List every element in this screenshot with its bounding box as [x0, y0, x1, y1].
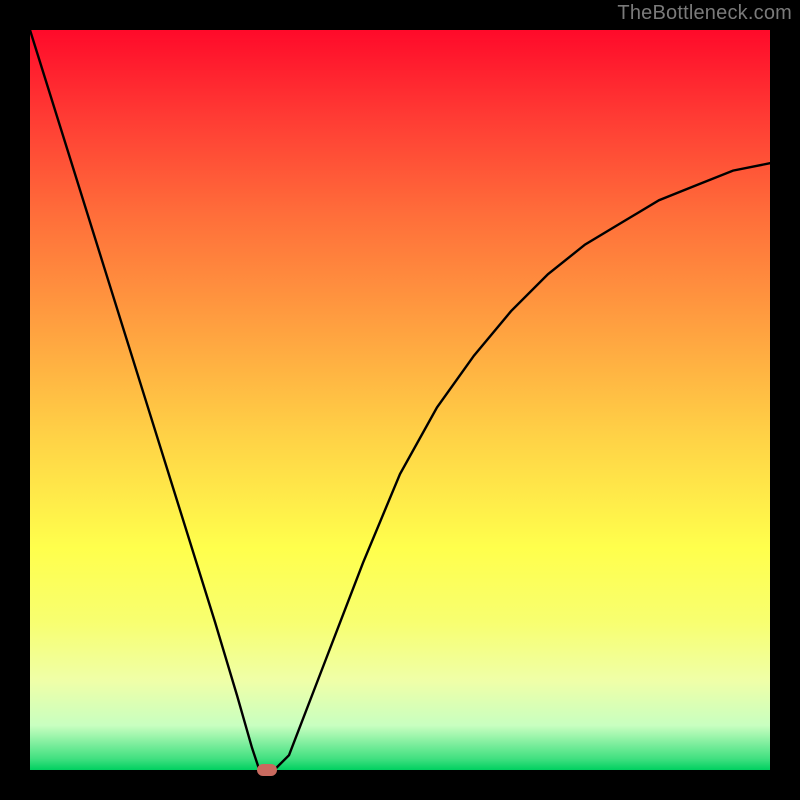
chart-frame: TheBottleneck.com: [0, 0, 800, 800]
watermark-text: TheBottleneck.com: [617, 2, 792, 25]
optimal-marker: [257, 764, 277, 776]
bottleneck-curve: [30, 30, 770, 770]
